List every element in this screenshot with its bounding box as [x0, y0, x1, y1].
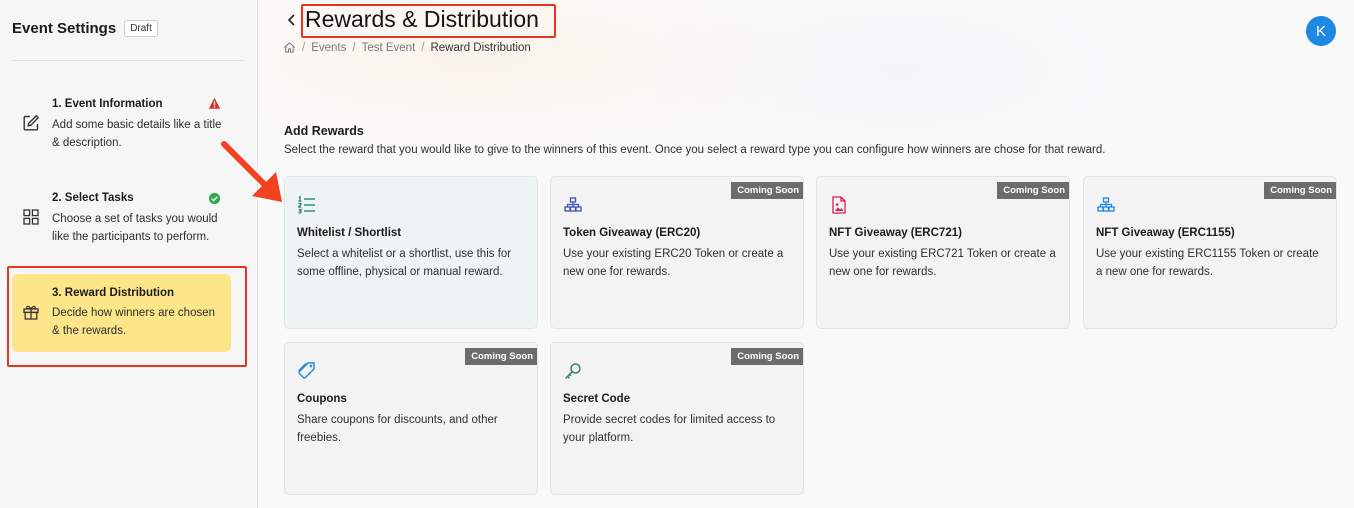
card-title: Coupons — [297, 393, 347, 405]
grid-icon — [23, 209, 39, 225]
reward-card-erc1155[interactable]: Coming Soon NFT Giveaway (ERC1155) Use y… — [1083, 176, 1337, 329]
coming-soon-badge: Coming Soon — [731, 348, 803, 365]
hierarchy-icon — [564, 197, 582, 212]
reward-card-erc20[interactable]: Coming Soon Token Giveaway (ERC20) Use y… — [550, 176, 804, 329]
main-content: Rewards & Distribution / Events / Test E… — [259, 0, 1354, 508]
reward-card-coupons[interactable]: Coming Soon Coupons Share coupons for di… — [284, 342, 538, 495]
breadcrumb-test-event[interactable]: Test Event — [362, 42, 416, 54]
step-name: 1. Event Information — [52, 98, 163, 110]
card-title: NFT Giveaway (ERC721) — [829, 227, 962, 239]
sidebar: Event Settings Draft 1. Event Informatio… — [0, 0, 258, 508]
reward-card-whitelist[interactable]: Whitelist / Shortlist Select a whitelist… — [284, 176, 538, 329]
step-event-information[interactable]: 1. Event Information Add some basic deta… — [12, 88, 231, 160]
app-root: Event Settings Draft 1. Event Informatio… — [0, 0, 1354, 508]
card-description: Provide secret codes for limited access … — [563, 414, 776, 444]
coming-soon-badge: Coming Soon — [465, 348, 537, 365]
page-title: Rewards & Distribution — [305, 6, 539, 32]
card-description: Use your existing ERC20 Token or create … — [563, 248, 784, 278]
step-description: Decide how winners are chosen & the rewa… — [52, 307, 216, 337]
breadcrumb-current: Reward Distribution — [430, 41, 531, 54]
breadcrumb-events[interactable]: Events — [311, 42, 346, 54]
step-description: Choose a set of tasks you would like the… — [52, 213, 218, 243]
sidebar-header: Event Settings Draft — [12, 20, 158, 37]
card-title: NFT Giveaway (ERC1155) — [1096, 227, 1235, 239]
coming-soon-badge: Coming Soon — [1264, 182, 1336, 199]
step-select-tasks[interactable]: 2. Select Tasks Choose a set of tasks yo… — [12, 182, 231, 254]
card-description: Use your existing ERC1155 Token or creat… — [1096, 248, 1319, 278]
section-title: Add Rewards — [284, 124, 364, 138]
key-icon — [564, 363, 581, 380]
step-name: 2. Select Tasks — [52, 192, 134, 204]
gift-icon — [23, 305, 39, 320]
card-description: Use your existing ERC721 Token or create… — [829, 248, 1056, 278]
draft-badge: Draft — [124, 20, 158, 37]
hierarchy-icon — [1097, 197, 1115, 212]
list-icon — [298, 195, 315, 214]
card-title: Whitelist / Shortlist — [297, 227, 402, 239]
breadcrumb-separator: / — [421, 41, 425, 54]
annotation-arrow-icon — [221, 141, 282, 202]
reward-card-erc721[interactable]: Coming Soon NFT Giveaway (ERC721) Use yo… — [816, 176, 1070, 329]
sidebar-divider — [12, 60, 245, 61]
coming-soon-badge: Coming Soon — [731, 182, 803, 199]
step-reward-distribution[interactable]: 3. Reward Distribution Decide how winner… — [12, 274, 231, 352]
avatar[interactable]: K — [1306, 16, 1336, 46]
home-icon[interactable] — [283, 41, 296, 54]
sidebar-title: Event Settings — [12, 20, 117, 37]
step-name: 3. Reward Distribution — [52, 287, 175, 299]
breadcrumb-separator: / — [352, 41, 356, 54]
back-chevron-icon[interactable] — [285, 10, 297, 30]
warning-icon — [208, 97, 221, 109]
image-file-icon — [832, 196, 846, 214]
breadcrumb: / Events / Test Event / Reward Distribut… — [283, 41, 531, 54]
section-subtitle: Select the reward that you would like to… — [284, 144, 1106, 156]
reward-card-secret-code[interactable]: Coming Soon Secret Code Provide secret c… — [550, 342, 804, 495]
card-description: Share coupons for discounts, and other f… — [297, 414, 498, 444]
coming-soon-badge: Coming Soon — [997, 182, 1069, 199]
card-title: Token Giveaway (ERC20) — [563, 227, 701, 239]
breadcrumb-separator: / — [302, 41, 306, 54]
step-description: Add some basic details like a title & de… — [52, 119, 222, 149]
card-description: Select a whitelist or a shortlist, use t… — [297, 248, 512, 278]
card-title: Secret Code — [563, 393, 631, 405]
tag-icon — [298, 362, 315, 379]
edit-icon — [23, 115, 39, 131]
